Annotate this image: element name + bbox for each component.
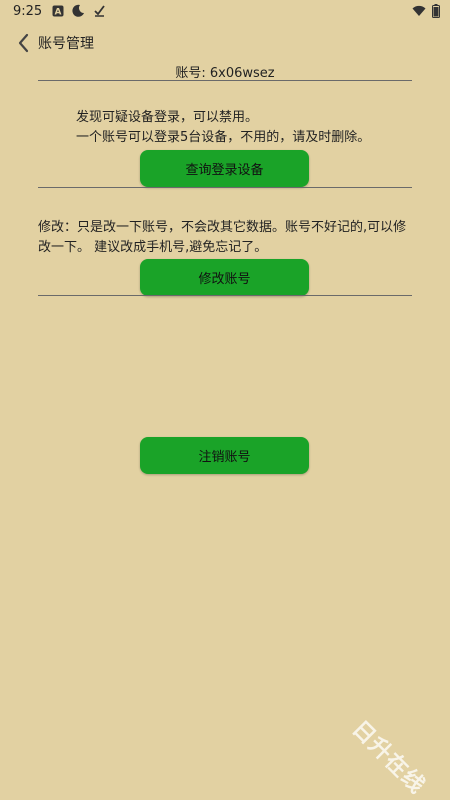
divider [38,295,412,296]
account-value: 6x06wsez [209,66,275,81]
a-icon: A [52,5,64,17]
devices-info-line2: 一个账号可以登录5台设备，不用的，请及时删除。 [76,130,371,145]
back-arrow-icon[interactable] [14,31,34,55]
query-devices-button[interactable]: 查询登录设备 [140,150,309,187]
status-icons-left: A [52,4,106,17]
wifi-icon [412,5,426,16]
status-bar: 9:25 A [0,0,450,24]
cancel-account-button[interactable]: 注销账号 [140,437,309,474]
modify-info-line1: 修改：只是改一下账号，不会改其它数据。账号不好记的,可以修 [38,220,407,235]
modify-info-line2: 改一下。 建议改成手机号,避免忘记了。 [38,240,268,255]
status-time: 9:25 [13,4,43,19]
check-icon [94,5,105,17]
modify-account-button[interactable]: 修改账号 [140,259,309,296]
header: 账号管理 [0,26,450,60]
devices-info-line1: 发现可疑设备登录，可以禁用。 [76,110,259,125]
divider [38,187,412,188]
page-title: 账号管理 [38,36,94,52]
divider [38,80,412,81]
account-display: 账号: 6x06wsez [0,62,450,81]
watermark: 日升在线 [346,716,430,800]
account-label: 账号: [175,66,206,81]
status-icons-right [412,4,440,18]
svg-text:A: A [55,7,62,17]
night-mode-icon [72,4,84,17]
battery-icon [432,4,440,18]
